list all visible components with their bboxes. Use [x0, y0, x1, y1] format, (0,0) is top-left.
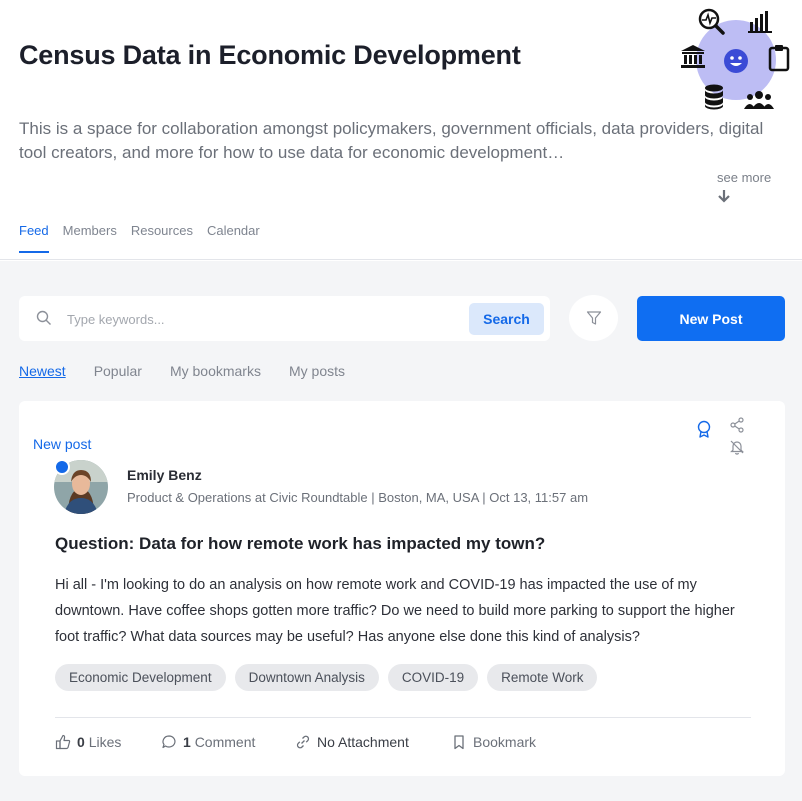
- tag-chip[interactable]: Remote Work: [487, 664, 598, 691]
- likes-label: Likes: [88, 734, 122, 750]
- comments-count: 1: [183, 734, 191, 750]
- tab-calendar[interactable]: Calendar: [207, 223, 260, 253]
- group-header: Census Data in Economic Development This…: [0, 0, 802, 260]
- sort-tab-popular[interactable]: Popular: [94, 363, 142, 379]
- thumbs-up-icon: [55, 734, 71, 750]
- page-title: Census Data in Economic Development: [19, 40, 521, 70]
- bell-off-icon[interactable]: [729, 439, 745, 455]
- post-tags: Economic Development Downtown Analysis C…: [55, 664, 598, 691]
- comment-button[interactable]: 1 Comment: [161, 734, 255, 750]
- people-icon: [744, 91, 774, 109]
- attachment-status[interactable]: No Attachment: [295, 734, 409, 750]
- tag-chip[interactable]: Downtown Analysis: [234, 664, 379, 691]
- sort-tab-newest[interactable]: Newest: [19, 363, 66, 379]
- sort-tabs: Newest Popular My bookmarks My posts: [19, 363, 345, 379]
- post-title[interactable]: Question: Data for how remote work has i…: [55, 534, 545, 554]
- see-more-link[interactable]: see more: [717, 170, 771, 185]
- search-button[interactable]: Search: [469, 303, 544, 335]
- tab-resources[interactable]: Resources: [131, 223, 193, 253]
- smiley-icon: [724, 49, 748, 73]
- comment-icon: [162, 735, 176, 749]
- like-button[interactable]: 0 Likes: [55, 734, 121, 750]
- author-name[interactable]: Emily Benz: [127, 467, 202, 483]
- bookmark-label: Bookmark: [473, 734, 537, 750]
- new-post-badge: New post: [33, 436, 92, 452]
- post-body: Hi all - I'm looking to do an analysis o…: [55, 577, 735, 645]
- divider: [55, 717, 751, 718]
- group-description: This is a space for collaboration amongs…: [19, 119, 764, 162]
- tab-members[interactable]: Members: [63, 223, 117, 253]
- attachment-label: No Attachment: [317, 734, 409, 750]
- bank-icon: [681, 45, 705, 68]
- share-icon[interactable]: [729, 417, 745, 433]
- search-box: Search: [19, 296, 550, 341]
- search-icon: [36, 310, 51, 325]
- filter-button[interactable]: [569, 295, 618, 341]
- search-input[interactable]: [67, 304, 467, 334]
- sort-tab-my-bookmarks[interactable]: My bookmarks: [170, 363, 261, 379]
- bookmark-button[interactable]: Bookmark: [451, 734, 536, 750]
- bar-chart-icon: [748, 11, 772, 33]
- hero-illustration: [676, 6, 802, 114]
- tag-chip[interactable]: COVID-19: [387, 664, 479, 691]
- comments-label: Comment: [194, 734, 256, 750]
- sort-tab-my-posts[interactable]: My posts: [289, 363, 345, 379]
- bookmark-icon: [454, 735, 464, 750]
- post-card: New post Emily Benz Product & Operations…: [19, 401, 785, 776]
- database-icon: [705, 84, 723, 110]
- new-indicator-dot: [54, 459, 70, 475]
- heartbeat-magnifier-icon: [698, 8, 725, 35]
- tag-chip[interactable]: Economic Development: [55, 664, 226, 691]
- tab-feed[interactable]: Feed: [19, 223, 49, 253]
- link-icon: [296, 735, 310, 749]
- feed-area: Search New Post Newest Popular My bookma…: [0, 261, 802, 801]
- award-icon[interactable]: [696, 420, 712, 438]
- filter-icon: [586, 311, 601, 325]
- group-tabs: Feed Members Resources Calendar: [19, 223, 260, 253]
- arrow-down-icon[interactable]: [717, 188, 731, 204]
- likes-count: 0: [77, 734, 85, 750]
- new-post-button[interactable]: New Post: [637, 296, 785, 341]
- clipboard-icon: [768, 45, 790, 72]
- author-meta: Product & Operations at Civic Roundtable…: [127, 490, 589, 505]
